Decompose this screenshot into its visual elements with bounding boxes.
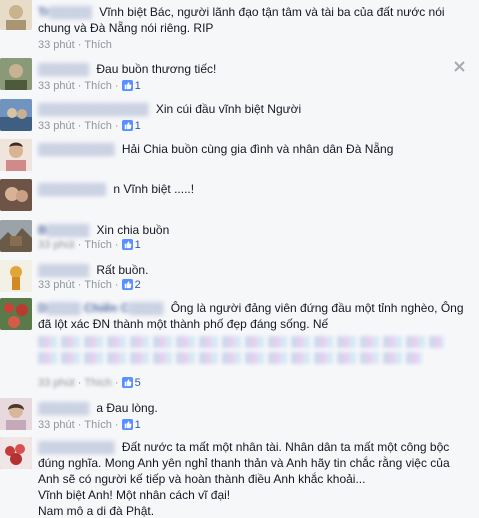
like-count[interactable]: 2 [121,279,141,291]
comment-meta: 33 phút · Thích · 5 [38,377,141,389]
like-count[interactable]: 1 [121,120,141,132]
comment-meta: 33 phút · Thích · 1 [38,239,141,251]
comment-time[interactable]: 33 phút [38,80,75,92]
comment-text: Vĩnh biệt Bác, người lãnh đạo tận tâm và… [38,5,445,35]
avatar[interactable] [0,58,32,90]
like-count[interactable]: 1 [121,419,141,431]
like-button[interactable]: Thích [84,80,112,92]
comment-meta: 33 phút · Thích · 1 [38,120,141,132]
comment-time[interactable]: 33 phút [38,239,75,251]
comment-author[interactable]: ▒▒▒▒▒▒ [38,401,89,415]
comment-time[interactable]: 33 phút [38,419,75,431]
like-count[interactable]: 1 [121,80,141,92]
thumbs-up-icon [121,419,133,430]
comment-body: Tr▒▒▒▒▒ Vĩnh biệt Bác, người lãnh đạo tậ… [38,4,465,36]
comment-meta: 33 phút · Thích · 1 [38,419,141,431]
avatar[interactable] [0,437,32,469]
comment-body: ▒▒▒▒▒▒ Rất buồn. [38,262,465,278]
like-button[interactable]: Thích [84,120,112,132]
avatar[interactable] [0,139,32,171]
comment-time[interactable]: 33 phút [38,279,75,291]
comment-body: ▒▒▒▒▒▒▒▒▒▒▒▒▒ Xin cúi đầu vĩnh biệt Ngườ… [38,101,465,117]
comment-text: Đau buồn thương tiếc! [96,62,217,76]
comment-body: ▒▒▒▒▒▒▒▒▒ Đất nước ta mất một nhân tài. … [38,439,465,518]
comment-text: Xin chia buồn [96,223,170,237]
avatar[interactable] [0,398,32,430]
comment-meta: 33 phút · Thích · 2 [38,279,141,291]
comment-author[interactable]: ▒▒▒▒▒▒▒▒▒▒▒▒▒ [38,102,149,116]
comment-time[interactable]: 33 phút [38,39,75,51]
comment-body: ▒▒▒▒▒▒ Đau buồn thương tiếc! [38,61,465,77]
comment-text: Hải Chia buồn cùng gia đình và nhân dân … [121,142,394,156]
comment-meta: 33 phút · Thích [38,39,112,51]
like-button[interactable]: Thích [84,39,112,51]
comment-time[interactable]: 33 phút [38,120,75,132]
comment-body: ▒▒▒▒▒▒▒▒▒ Hải Chia buồn cùng gia đình và… [38,141,465,157]
thumbs-up-icon [121,279,133,290]
avatar[interactable] [0,179,32,211]
comment-text: a Đau lòng. [96,401,158,415]
avatar[interactable] [0,220,32,252]
close-icon[interactable] [454,61,465,72]
like-button[interactable]: Thích [84,419,112,431]
comment-body: ▒▒▒▒▒▒ a Đau lòng. [38,400,465,416]
like-button[interactable]: Thích [84,239,112,251]
thumbs-up-icon [121,239,133,250]
comment-meta: 33 phút · Thích · 1 [38,80,141,92]
comment-time[interactable]: 33 phút [38,377,75,389]
comment-author[interactable]: B▒▒▒▒▒ [38,223,89,237]
thumbs-up-icon [121,120,133,131]
comment-author[interactable]: ▒▒▒▒▒▒▒▒▒ [38,440,115,454]
comment-author[interactable]: ▒▒▒▒▒▒ [38,263,89,277]
thumbs-up-icon [121,377,133,388]
comment-author[interactable]: ▒▒▒▒▒▒▒▒▒ [38,142,115,156]
avatar[interactable] [0,0,32,30]
comment-text: Xin cúi đầu vĩnh biệt Người [155,102,302,116]
comment-text: Rất buồn. [96,263,149,277]
comment-author[interactable]: D▒▒▒▒ Chiến C▒▒▒▒ [38,301,163,315]
like-count[interactable]: 5 [121,377,141,389]
comment-author[interactable]: ▒▒▒▒▒▒ [38,62,89,76]
comment-body: D▒▒▒▒ Chiến C▒▒▒▒ Ông là người đảng viên… [38,300,465,364]
thumbs-up-icon [121,80,133,91]
comment-body: B▒▒▒▒▒ Xin chia buồn [38,222,465,238]
avatar[interactable] [0,99,32,131]
comment-author[interactable]: Tr▒▒▒▒▒ [38,5,92,19]
avatar[interactable] [0,260,32,292]
redacted-text-line [38,352,423,364]
comment-text: n Vĩnh biệt .....! [113,182,195,196]
comment-author[interactable]: ▒▒▒▒▒▒▒▒ [38,182,106,196]
redacted-text-line [38,336,444,348]
avatar[interactable] [0,298,32,330]
like-button[interactable]: Thích [84,377,112,389]
like-count[interactable]: 1 [121,239,141,251]
comment-body: ▒▒▒▒▒▒▒▒ n Vĩnh biệt .....! [38,181,465,197]
like-button[interactable]: Thích [84,279,112,291]
